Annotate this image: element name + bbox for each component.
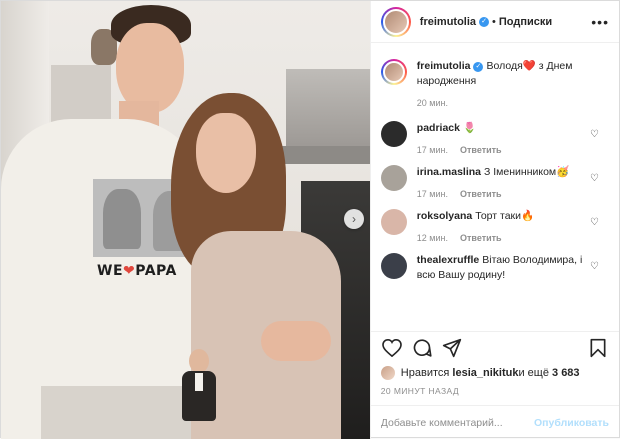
likes-summary: Нравится lesia_nikituk и ещё 3 683 xyxy=(380,366,609,380)
comment-username[interactable]: padriack xyxy=(417,122,460,134)
comment-avatar[interactable] xyxy=(380,165,407,191)
share-icon[interactable] xyxy=(441,337,463,359)
comment-username[interactable]: roksolyana xyxy=(417,210,472,222)
following-button[interactable]: Подписки xyxy=(499,16,552,28)
heart-icon[interactable] xyxy=(381,337,403,359)
photo-kitchen-hood xyxy=(286,69,370,147)
comment-avatar[interactable] xyxy=(380,121,407,147)
comment-text: З Іменинником🥳 xyxy=(484,166,570,178)
post-header: freimutolia ✓ • Подписки ••• xyxy=(370,1,619,43)
comment-time: 12 мин. xyxy=(416,233,448,243)
comment-item: irina.maslina З Іменинником🥳 17 мин. Ответ… xyxy=(380,165,609,199)
figurine-shirt xyxy=(195,373,203,391)
sweater-text-we: WE xyxy=(97,263,124,279)
caption-username[interactable]: freimutolia xyxy=(417,60,471,72)
comment-username[interactable]: thealexruffle xyxy=(417,254,479,266)
liker-username[interactable]: lesia_nikituk xyxy=(452,367,518,379)
more-icon[interactable]: ••• xyxy=(591,14,609,30)
sweater-text: WE❤PAPA xyxy=(97,263,177,279)
caption-meta: 20 мин. xyxy=(417,98,609,108)
verified-icon: ✓ xyxy=(473,62,484,72)
comment-icon[interactable] xyxy=(411,337,433,359)
reply-button[interactable]: Ответить xyxy=(460,145,502,155)
red-heart-emoji: ❤️ xyxy=(522,60,536,72)
like-heart-icon[interactable]: ♡ xyxy=(590,261,599,272)
comment-time: 17 мин. xyxy=(416,145,448,155)
comment-time: 17 мин. xyxy=(416,189,448,199)
photo-man-head xyxy=(116,23,184,113)
likes-prefix: Нравится xyxy=(400,367,450,379)
avatar[interactable] xyxy=(380,6,411,37)
header-separator: • xyxy=(492,15,496,28)
print-child-left xyxy=(103,189,141,249)
post-side-panel: freimutolia ✓ • Подписки ••• freimutolia… xyxy=(369,1,619,439)
likes-mid: и ещё xyxy=(518,367,549,379)
header-username[interactable]: freimutolia xyxy=(420,16,476,28)
caption-avatar-image xyxy=(382,61,405,83)
verified-icon: ✓ xyxy=(479,16,490,27)
photo-man-pants xyxy=(41,386,191,439)
reply-button[interactable]: Ответить xyxy=(460,189,502,199)
comment-text: Торт таки🔥 xyxy=(475,210,535,222)
comment-username[interactable]: irina.maslina xyxy=(417,166,481,178)
reply-button[interactable]: Ответить xyxy=(460,233,502,243)
photo-arm xyxy=(261,321,331,361)
sweater-heart: ❤ xyxy=(123,263,136,279)
like-heart-icon[interactable]: ♡ xyxy=(590,173,599,184)
next-photo-button[interactable]: › xyxy=(344,209,364,229)
comment-avatar[interactable] xyxy=(380,253,407,279)
caption-time: 20 мин. xyxy=(416,98,448,108)
figurine-head xyxy=(189,349,209,373)
caption: freimutolia ✓ Володя❤️ з Днем народження 2… xyxy=(380,59,609,108)
publish-button[interactable]: Опубликовать xyxy=(534,417,609,429)
post-actions: Нравится lesia_nikituk и ещё 3 683 20 МИ… xyxy=(370,331,619,396)
caption-avatar[interactable] xyxy=(380,59,407,85)
likes-count[interactable]: 3 683 xyxy=(552,367,580,379)
comment-item: padriack 🌷 17 мин. Ответить ♡ xyxy=(380,121,609,155)
instagram-post: WE❤PAPA › freimutolia ✓ • Подписки ••• f… xyxy=(0,0,620,439)
avatar-image xyxy=(382,8,409,35)
comments-list: freimutolia ✓ Володя❤️ з Днем народження 2… xyxy=(371,49,619,331)
comment-item: thealexruffle Вітаю Володимира, і всю Ваш… xyxy=(380,253,609,283)
action-icons xyxy=(381,334,609,362)
bookmark-icon[interactable] xyxy=(587,337,609,359)
post-photo[interactable]: WE❤PAPA › xyxy=(1,1,370,439)
comment-text: 🌷 xyxy=(463,122,477,134)
photo-woman-face xyxy=(196,113,256,193)
comment-avatar[interactable] xyxy=(380,209,407,235)
comment-item: roksolyana Торт таки🔥 12 мин. Ответить ♡ xyxy=(380,209,609,243)
add-comment-bar: Опубликовать xyxy=(370,405,619,439)
like-heart-icon[interactable]: ♡ xyxy=(590,129,599,140)
post-time: 20 МИНУТ НАЗАД xyxy=(380,386,460,396)
liker-avatar xyxy=(380,366,395,380)
comment-input[interactable] xyxy=(380,416,535,429)
caption-text: freimutolia ✓ Володя❤️ з Днем народження xyxy=(417,59,609,89)
like-heart-icon[interactable]: ♡ xyxy=(590,217,599,228)
caption-text-part-a: Володя xyxy=(486,60,523,72)
chevron-right-icon: › xyxy=(352,212,356,226)
sweater-text-papa: PAPA xyxy=(135,263,177,279)
